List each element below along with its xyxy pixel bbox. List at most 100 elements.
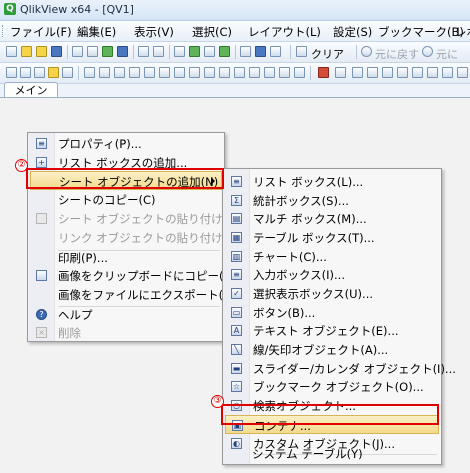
new-icon[interactable]: [6, 46, 17, 57]
menu-report[interactable]: レポート(R): [455, 24, 470, 40]
menu-bookmark[interactable]: ブックマーク(B): [378, 24, 464, 40]
back-icon[interactable]: [361, 46, 372, 57]
copy-image-icon: [36, 270, 47, 281]
align-top-icon[interactable]: [397, 67, 408, 78]
submenu-item-listbox[interactable]: ≡ リスト ボックス(L)...: [225, 172, 439, 191]
design-paste-icon[interactable]: [34, 67, 45, 78]
toolbar-divider: [169, 45, 170, 59]
back-button[interactable]: 元に戻す: [375, 46, 419, 62]
search-icon[interactable]: [174, 46, 185, 57]
submenu-item-tablebox[interactable]: ▦ テーブル ボックス(T)...: [225, 228, 439, 247]
submenu-item-button[interactable]: ▭ ボタン(B)...: [225, 303, 439, 322]
reload-icon[interactable]: [117, 46, 128, 57]
print-icon[interactable]: [72, 46, 83, 57]
open-icon[interactable]: [21, 46, 32, 57]
print-pdf-icon[interactable]: [87, 46, 98, 57]
container-tool-icon[interactable]: [279, 67, 290, 78]
design-sheet-icon[interactable]: [62, 67, 73, 78]
submenu-item-container[interactable]: ▣ コンテナ...: [225, 415, 439, 434]
menu-item-copy-sheet[interactable]: シートのコピー(C): [30, 190, 222, 209]
design-new-icon[interactable]: [6, 67, 17, 78]
menu-item-print[interactable]: 印刷(P)...: [30, 248, 222, 267]
align-middle-icon[interactable]: [412, 67, 423, 78]
open-server-icon[interactable]: [36, 46, 47, 57]
menu-item-paste-sheet-object[interactable]: シート オブジェクトの貼り付け(A): [30, 209, 240, 228]
menu-item-properties[interactable]: ≡ プロパティ(P)...: [30, 134, 222, 153]
menu-item-add-sheet-object[interactable]: シート オブジェクトの追加(N): [30, 171, 222, 190]
chart-icon: ▥: [231, 251, 242, 262]
design-copy-icon[interactable]: [20, 67, 31, 78]
menu-layout[interactable]: レイアウト(L): [248, 24, 321, 40]
submenu-item-bookmark-object[interactable]: ☆ ブックマーク オブジェクト(O)...: [225, 377, 439, 396]
submenu-item-label: システム テーブル(Y): [252, 447, 363, 461]
menu-item-delete[interactable]: × 削除: [30, 323, 222, 342]
inputbox-tool-icon[interactable]: [159, 67, 170, 78]
submenu-item-system-table[interactable]: システム テーブル(Y): [224, 444, 438, 463]
align-right-icon[interactable]: [382, 67, 393, 78]
menu-file[interactable]: ファイル(F): [10, 24, 72, 40]
search-tool-icon[interactable]: [264, 67, 275, 78]
save-icon[interactable]: [51, 46, 62, 57]
clear-icon[interactable]: [296, 46, 307, 57]
submenu-item-text-object[interactable]: A テキスト オブジェクト(E)...: [225, 321, 439, 340]
menu-item-help[interactable]: ? ヘルプ: [30, 305, 222, 324]
submenu-item-label: リスト ボックス(L)...: [253, 175, 364, 189]
menu-item-copy-image-clipboard[interactable]: 画像をクリップボードにコピー(Y): [30, 266, 235, 285]
menu-item-add-listbox[interactable]: + リスト ボックスの追加...: [30, 153, 222, 172]
toolbar-divider: [235, 45, 236, 59]
chart-tool-icon[interactable]: [144, 67, 155, 78]
help-icon[interactable]: [255, 46, 266, 57]
menu-edit[interactable]: 編集(E): [77, 24, 116, 40]
submenu-item-line-arrow[interactable]: ╲ 線/矢印オブジェクト(A)...: [225, 340, 439, 359]
statbox-tool-icon[interactable]: [99, 67, 110, 78]
current-selections-tool-icon[interactable]: [174, 67, 185, 78]
check-icon[interactable]: [189, 46, 200, 57]
submenu-item-multibox[interactable]: ▤ マルチ ボックス(M)...: [225, 209, 439, 228]
menu-settings[interactable]: 設定(S): [333, 24, 372, 40]
menu-item-paste-link[interactable]: リンク オブジェクトの貼り付け: [30, 228, 223, 247]
bookmark-icon: ☆: [231, 381, 242, 392]
forward-icon[interactable]: [422, 46, 433, 57]
container-icon: ▣: [232, 420, 243, 431]
submenu-item-current-selections[interactable]: ✓ 選択表示ボックス(U)...: [225, 284, 439, 303]
distribute-vertical-icon[interactable]: [457, 67, 468, 78]
submenu-item-chart[interactable]: ▥ チャート(C)...: [225, 247, 439, 266]
align-left-icon[interactable]: [352, 67, 363, 78]
menu-item-export-image[interactable]: 画像をファイルにエクスポート(E): [30, 285, 235, 304]
submenu-item-label: 統計ボックス(S)...: [253, 194, 349, 208]
properties-icon: ≡: [36, 138, 47, 149]
submenu-item-slider[interactable]: ▬ スライダー/カレンダ オブジェクト(I)...: [225, 359, 456, 378]
menu-view[interactable]: 表示(V): [134, 24, 174, 40]
text-tool-icon[interactable]: [204, 67, 215, 78]
help-pointer-icon[interactable]: [270, 46, 281, 57]
custom-tool-icon[interactable]: [294, 67, 305, 78]
submenu-item-inputbox[interactable]: ≡ 入力ボックス(I)...: [225, 265, 439, 284]
undo-icon[interactable]: [138, 46, 149, 57]
submenu-item-statbox[interactable]: Σ 統計ボックス(S)...: [225, 191, 439, 210]
tab-main[interactable]: メイン: [4, 82, 58, 98]
table-viewer-icon[interactable]: [204, 46, 215, 57]
tablebox-tool-icon[interactable]: [129, 67, 140, 78]
align-bottom-icon[interactable]: [427, 67, 438, 78]
bookmark-tool-icon[interactable]: [249, 67, 260, 78]
button-tool-icon[interactable]: [189, 67, 200, 78]
design-folder-icon[interactable]: [48, 67, 59, 78]
menu-select[interactable]: 選択(C): [192, 24, 232, 40]
submenu-item-search-object[interactable]: ○ 検索オブジェクト...: [225, 396, 439, 415]
listbox-tool-icon[interactable]: [84, 67, 95, 78]
pencil-icon[interactable]: [335, 67, 346, 78]
line-tool-icon[interactable]: [219, 67, 230, 78]
forward-button[interactable]: 元に: [436, 46, 458, 62]
title-bar: Q QlikView x64 - [QV1]: [0, 0, 470, 21]
clear-button[interactable]: クリア: [311, 46, 344, 62]
multibox-tool-icon[interactable]: [114, 67, 125, 78]
edit-icon[interactable]: [240, 46, 251, 57]
star-icon[interactable]: [219, 46, 230, 57]
distribute-icon[interactable]: [442, 67, 453, 78]
format-painter-icon[interactable]: [318, 67, 329, 78]
align-center-icon[interactable]: [367, 67, 378, 78]
edit-script-icon[interactable]: [102, 46, 113, 57]
redo-icon[interactable]: [153, 46, 164, 57]
slider-tool-icon[interactable]: [234, 67, 245, 78]
submenu-arrow-icon: [211, 177, 215, 185]
